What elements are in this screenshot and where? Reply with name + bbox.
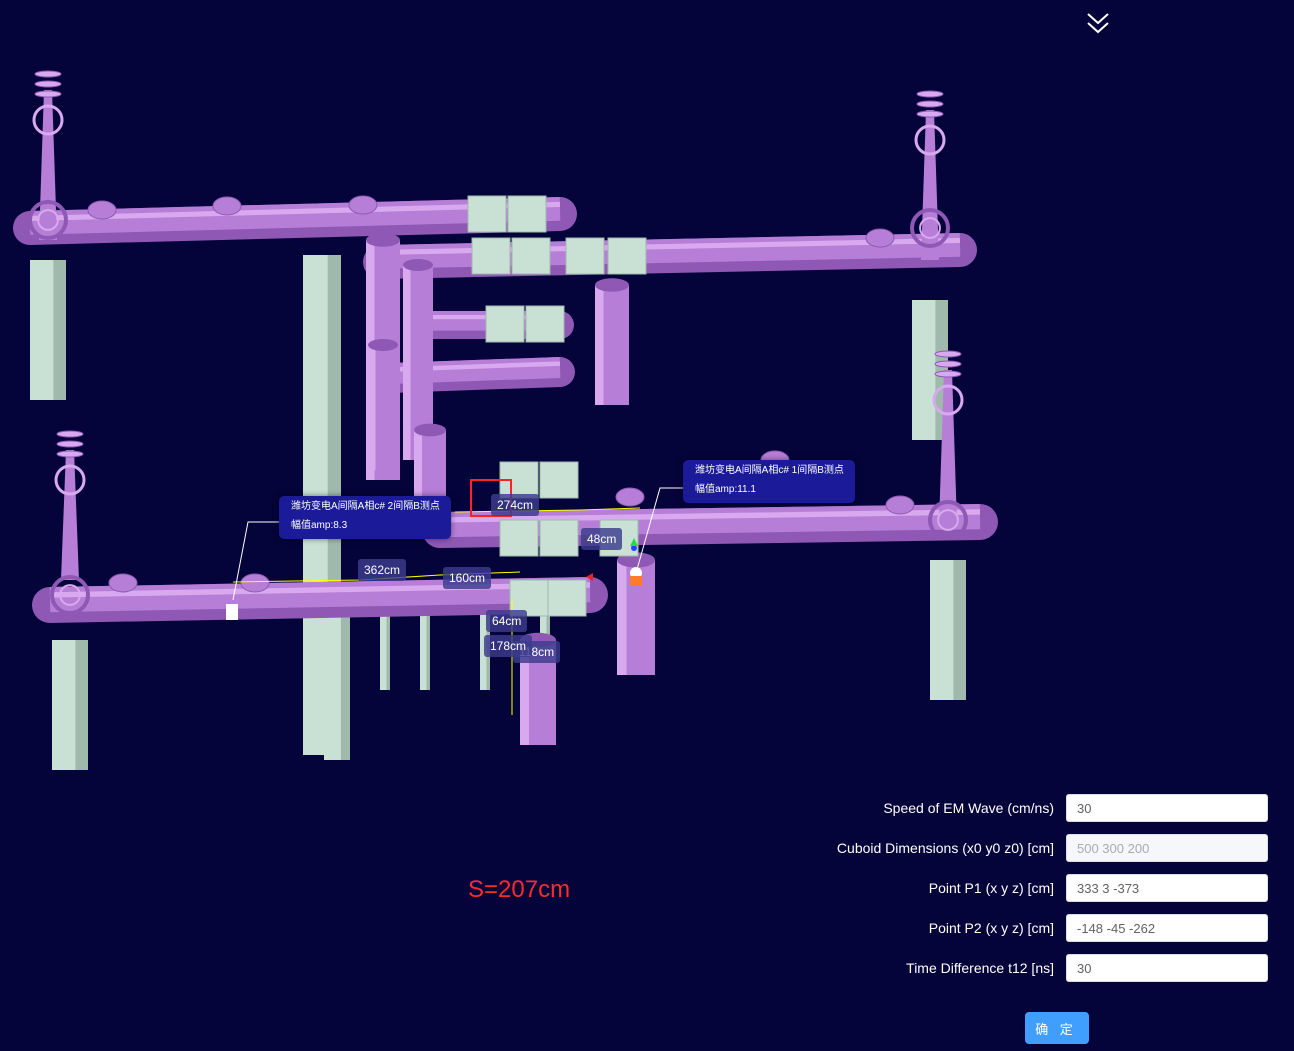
pipe-cap bbox=[366, 233, 400, 247]
flange-box bbox=[511, 237, 551, 275]
cuboid-label: Cuboid Dimensions (x0 y0 z0) [cm] bbox=[836, 840, 1054, 856]
pipe-cap bbox=[403, 259, 433, 271]
bushing-shed bbox=[934, 360, 962, 368]
sensor-name: 潍坊变电A间隔A相c# 1间隔B测点 bbox=[695, 465, 844, 476]
p1-input[interactable] bbox=[1066, 874, 1268, 902]
double-chevron-down-icon bbox=[1087, 13, 1109, 34]
bushing-shed bbox=[34, 80, 62, 88]
flange-box bbox=[525, 305, 565, 343]
bushing-shed bbox=[34, 70, 62, 78]
bushing-shed bbox=[916, 100, 944, 108]
pipe-nozzle bbox=[348, 195, 378, 215]
pipe-nozzle bbox=[865, 228, 895, 248]
measurement-label: 362cm bbox=[358, 559, 407, 581]
flange-box bbox=[485, 305, 525, 343]
3d-viewport[interactable]: 274cm 48cm 362cm 160cm 64cm 118cm 178cm … bbox=[0, 0, 1294, 780]
sensor-amplitude: 幅值amp:11.1 bbox=[695, 484, 756, 495]
bushing-shed bbox=[916, 110, 944, 118]
confirm-button[interactable]: 确 定 bbox=[1025, 1012, 1089, 1044]
bushing bbox=[61, 450, 79, 580]
measurement-label: 48cm bbox=[581, 528, 623, 550]
pipe-highlight bbox=[595, 285, 604, 405]
flange-box bbox=[565, 237, 605, 275]
flange-box bbox=[607, 237, 647, 275]
cuboid-row: Cuboid Dimensions (x0 y0 z0) [cm] bbox=[837, 834, 1268, 862]
pipe-nozzle bbox=[885, 495, 915, 515]
flange-box bbox=[471, 237, 511, 275]
pipe-nozzle bbox=[87, 200, 117, 220]
t12-row: Time Difference t12 [ns] bbox=[906, 954, 1268, 982]
distance-result: S=207cm bbox=[468, 876, 571, 903]
pipe-cap bbox=[414, 423, 446, 437]
p2-label: Point P2 (x y z) [cm] bbox=[928, 920, 1054, 936]
sensor-p1-tooltip[interactable]: 潍坊变电A间隔A相c# 1间隔B测点 幅值amp:11.1 bbox=[683, 460, 855, 503]
pipe-nozzle bbox=[615, 487, 645, 507]
sensor-marker bbox=[226, 604, 238, 620]
sensor-amplitude: 幅值amp:8.3 bbox=[291, 520, 348, 531]
support-shadow bbox=[340, 600, 350, 760]
cuboid-input bbox=[1066, 834, 1268, 862]
p1-label: Point P1 (x y z) [cm] bbox=[928, 880, 1054, 896]
pipe-cap bbox=[368, 339, 398, 351]
bushing-shed bbox=[56, 430, 84, 438]
p2-row: Point P2 (x y z) [cm] bbox=[929, 914, 1268, 942]
support-shadow bbox=[75, 640, 88, 770]
pipe-highlight bbox=[617, 560, 627, 675]
sensor-p2-tooltip[interactable]: 潍坊变电A间隔A相c# 2间隔B测点 幅值amp:8.3 bbox=[279, 496, 451, 539]
t12-input[interactable] bbox=[1066, 954, 1268, 982]
bushing-shed bbox=[934, 370, 962, 378]
support-shadow bbox=[953, 560, 966, 700]
t12-label: Time Difference t12 [ns] bbox=[906, 960, 1054, 976]
measurement-label: 160cm bbox=[443, 567, 492, 589]
support-shadow bbox=[53, 260, 66, 400]
flange-box bbox=[539, 461, 579, 499]
flange-box bbox=[539, 519, 579, 557]
pipe-nozzle bbox=[240, 573, 270, 593]
sensor-name: 潍坊变电A间隔A相c# 2间隔B测点 bbox=[291, 501, 440, 512]
speed-label: Speed of EM Wave (cm/ns) bbox=[883, 800, 1054, 816]
flange-box bbox=[547, 579, 587, 617]
bushing-shed bbox=[916, 90, 944, 98]
speed-input[interactable] bbox=[1066, 794, 1268, 822]
bushing bbox=[39, 90, 57, 240]
p1-row: Point P1 (x y z) [cm] bbox=[929, 874, 1268, 902]
flange-box bbox=[467, 195, 507, 233]
pipe-cap bbox=[595, 278, 629, 292]
measurement-label: 178cm bbox=[484, 635, 533, 657]
p2-input[interactable] bbox=[1066, 914, 1268, 942]
measurement-label: 274cm bbox=[491, 494, 540, 516]
substation-pipe-model bbox=[13, 70, 998, 770]
speed-row: Speed of EM Wave (cm/ns) bbox=[883, 794, 1268, 822]
flange-box bbox=[499, 519, 539, 557]
pipe-nozzle bbox=[212, 196, 242, 216]
bushing-shed bbox=[56, 450, 84, 458]
measurement-label: 64cm bbox=[486, 610, 528, 632]
pipe-highlight bbox=[368, 345, 376, 470]
bushing-shed bbox=[34, 90, 62, 98]
bushing-shed bbox=[934, 350, 962, 358]
pipe-highlight bbox=[403, 265, 411, 460]
bushing-shed bbox=[56, 440, 84, 448]
pipe-nozzle bbox=[108, 573, 138, 593]
collapse-panel-button[interactable] bbox=[1084, 8, 1112, 38]
sensor-marker bbox=[630, 576, 642, 586]
flange-box bbox=[507, 195, 547, 233]
